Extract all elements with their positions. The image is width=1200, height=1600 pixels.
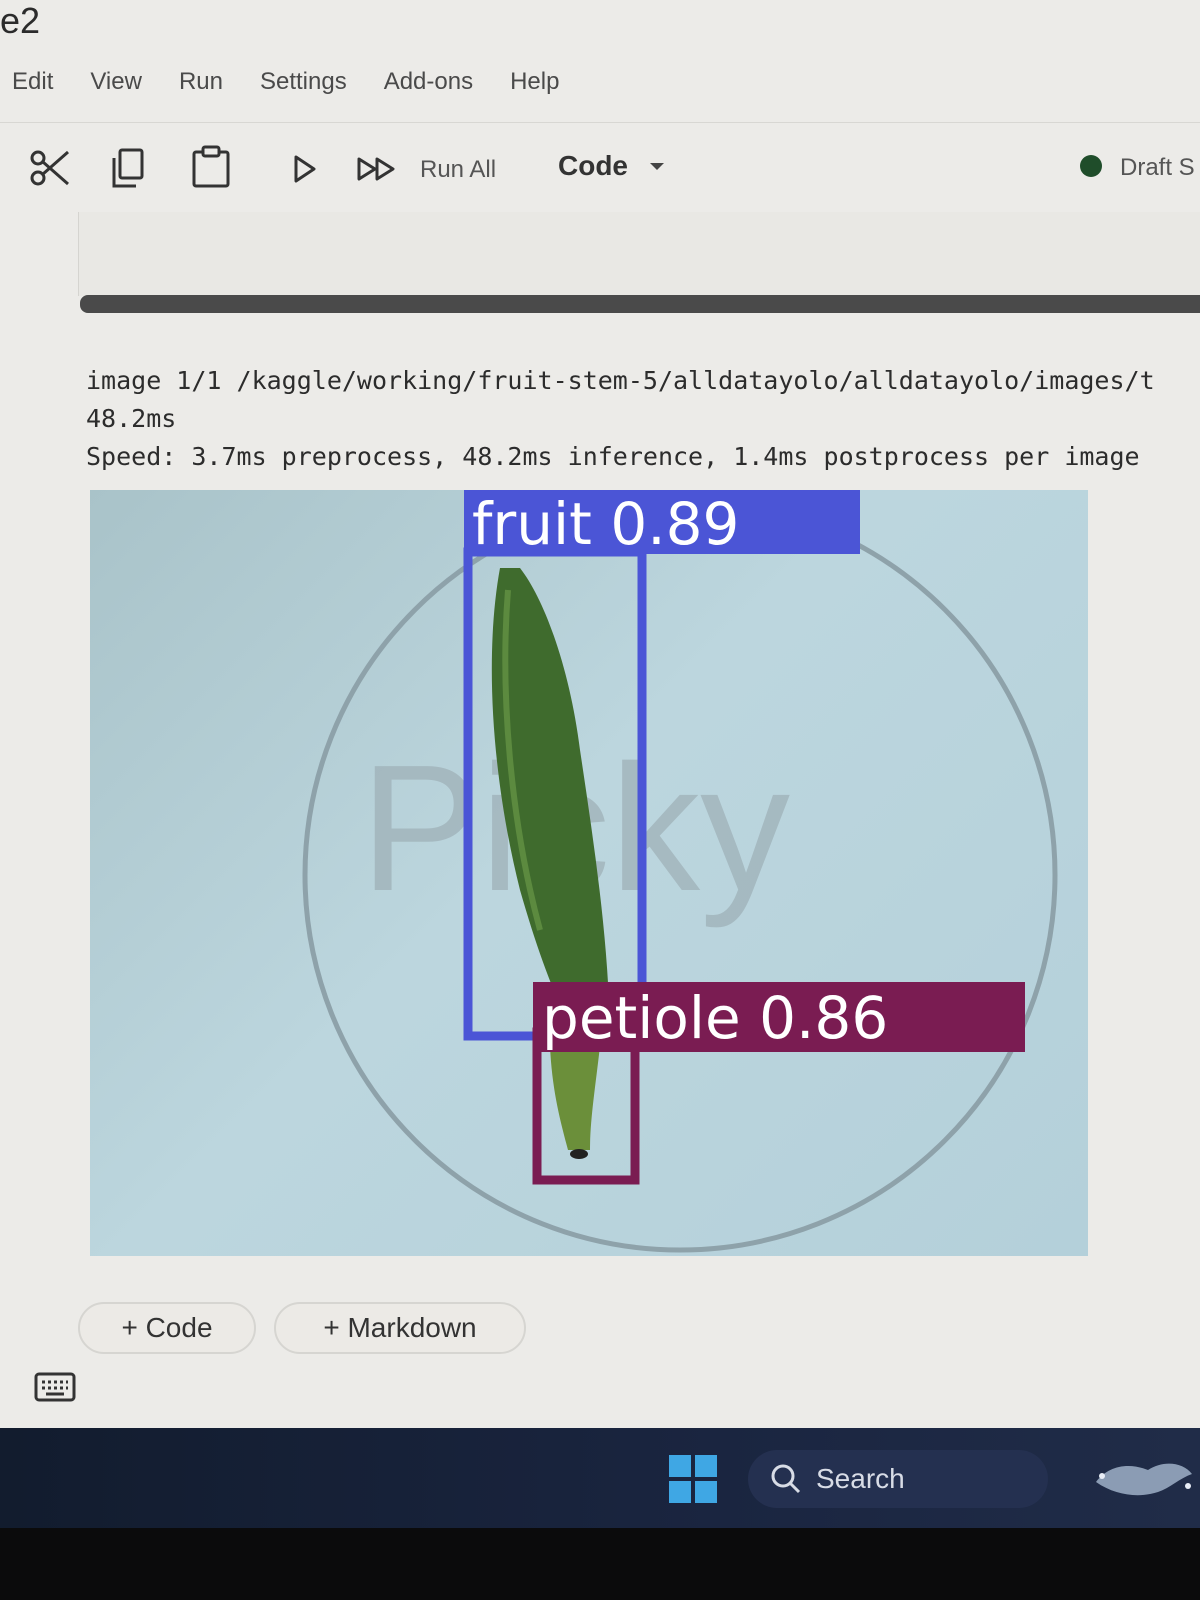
windows-start-icon[interactable]: [669, 1455, 717, 1503]
screen-bezel: [0, 1528, 1200, 1600]
menu-settings[interactable]: Settings: [260, 68, 347, 96]
search-icon: [771, 1464, 801, 1494]
taskbar-search[interactable]: Search: [748, 1450, 1048, 1508]
add-markdown-label: + Markdown: [323, 1312, 477, 1343]
menu-edit[interactable]: Edit: [12, 68, 53, 96]
session-status-icon: [1080, 155, 1102, 177]
detection-result-image: Picky fruit 0.89 petiole 0.86: [90, 490, 1088, 1256]
add-code-cell-button[interactable]: + Code: [78, 1302, 256, 1354]
fruit-detection-label: fruit 0.89: [472, 490, 739, 558]
output-line-speed: Speed: 3.7ms preprocess, 48.2ms inferenc…: [86, 442, 1140, 471]
menu-bar: Edit View Run Settings Add-ons Help: [12, 68, 559, 96]
window-title: e2: [0, 0, 41, 41]
cell-output: image 1/1 /kaggle/working/fruit-stem-5/a…: [86, 362, 1200, 476]
cell-type-select[interactable]: Code: [558, 150, 664, 182]
chevron-down-icon: [650, 162, 664, 170]
code-cell[interactable]: [78, 212, 1200, 296]
menu-run[interactable]: Run: [179, 68, 223, 96]
cell-type-label: Code: [558, 150, 628, 181]
petiole-detection-label: petiole 0.86: [542, 984, 888, 1052]
taskbar-search-label: Search: [816, 1463, 905, 1494]
keyboard-icon[interactable]: [34, 1372, 76, 1402]
add-code-label: + Code: [121, 1312, 213, 1343]
petiole-tip: [570, 1149, 588, 1159]
copy-icon[interactable]: [108, 146, 148, 190]
menu-view[interactable]: View: [90, 68, 142, 96]
weather-widget-icon[interactable]: [1088, 1452, 1198, 1508]
petiole-shape: [550, 1046, 600, 1150]
menu-help[interactable]: Help: [510, 68, 559, 96]
run-all-icon[interactable]: [356, 156, 398, 182]
run-all-button[interactable]: Run All: [420, 156, 496, 184]
detection-canvas: Picky fruit 0.89 petiole 0.86: [302, 490, 1058, 1253]
cell-progress-bar: [80, 295, 1200, 313]
menu-add-ons[interactable]: Add-ons: [384, 68, 473, 96]
paste-icon[interactable]: [190, 144, 232, 190]
session-status-label: Draft S: [1120, 154, 1195, 181]
add-markdown-cell-button[interactable]: + Markdown: [274, 1302, 526, 1354]
output-line-image-path: image 1/1 /kaggle/working/fruit-stem-5/a…: [86, 366, 1155, 395]
run-cell-icon[interactable]: [292, 154, 318, 184]
output-line-time: 48.2ms: [86, 404, 177, 433]
cut-icon[interactable]: [28, 146, 72, 190]
